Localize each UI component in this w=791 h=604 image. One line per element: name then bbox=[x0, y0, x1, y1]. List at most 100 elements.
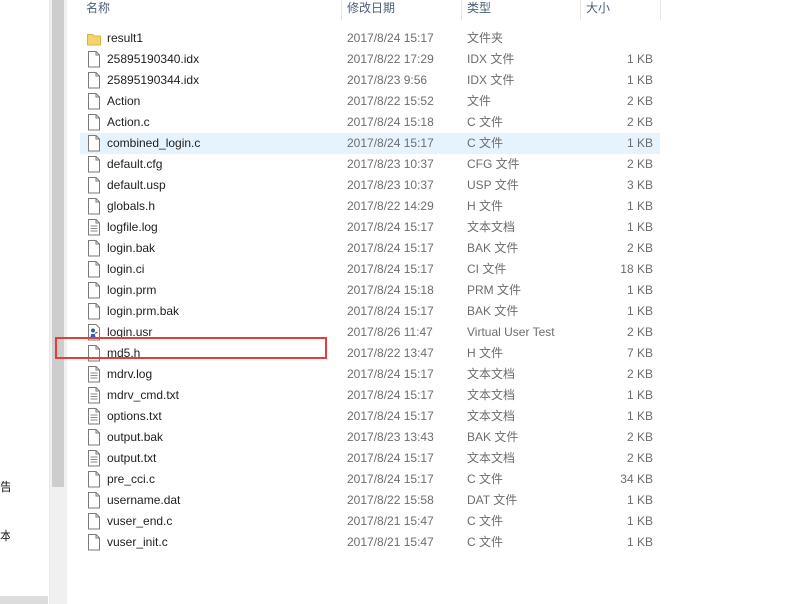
file-name: output.txt bbox=[107, 451, 157, 465]
file-name: logfile.log bbox=[107, 220, 158, 234]
file-name: vuser_end.c bbox=[107, 514, 173, 528]
file-type: CFG 文件 bbox=[467, 157, 520, 171]
file-size: 2 KB bbox=[626, 451, 653, 465]
file-modified-date: 2017/8/26 11:47 bbox=[347, 325, 433, 339]
file-icon bbox=[87, 261, 101, 278]
file-row[interactable]: vuser_end.c 2017/8/21 15:47 C 文件 1 KB bbox=[80, 511, 660, 532]
file-name: combined_login.c bbox=[107, 136, 201, 150]
file-modified-date: 2017/8/22 15:52 bbox=[347, 94, 434, 108]
file-modified-date: 2017/8/24 15:17 bbox=[347, 388, 434, 402]
file-size: 2 KB bbox=[626, 325, 653, 339]
file-type: Virtual User Test bbox=[467, 325, 555, 339]
file-row[interactable]: 25895190340.idx 2017/8/22 17:29 IDX 文件 1 KB bbox=[80, 49, 660, 70]
file-name: Action.c bbox=[107, 115, 150, 129]
file-size: 2 KB bbox=[626, 94, 653, 108]
file-name: login.ci bbox=[107, 262, 145, 276]
file-type: C 文件 bbox=[467, 472, 504, 486]
file-modified-date: 2017/8/24 15:17 bbox=[347, 367, 434, 381]
file-size: 2 KB bbox=[626, 115, 653, 129]
file-row[interactable]: output.bak 2017/8/23 13:43 BAK 文件 2 KB bbox=[80, 427, 660, 448]
file-type: C 文件 bbox=[467, 115, 504, 129]
file-icon bbox=[87, 303, 101, 320]
file-row[interactable]: Action.c 2017/8/24 15:18 C 文件 2 KB bbox=[80, 112, 660, 133]
file-name: login.prm.bak bbox=[107, 304, 180, 318]
file-size: 18 KB bbox=[620, 262, 653, 276]
file-row[interactable]: options.txt 2017/8/24 15:17 文本文档 1 KB bbox=[80, 406, 660, 427]
file-type: 文本文档 bbox=[467, 388, 516, 402]
file-modified-date: 2017/8/24 15:17 bbox=[347, 220, 434, 234]
annotation-highlight-box bbox=[55, 337, 327, 359]
file-type: DAT 文件 bbox=[467, 493, 518, 507]
file-icon bbox=[87, 135, 101, 152]
file-type: PRM 文件 bbox=[467, 283, 522, 297]
file-size: 1 KB bbox=[626, 136, 653, 150]
file-row[interactable]: globals.h 2017/8/22 14:29 H 文件 1 KB bbox=[80, 196, 660, 217]
file-row[interactable]: login.bak 2017/8/24 15:17 BAK 文件 2 KB bbox=[80, 238, 660, 259]
file-row[interactable]: username.dat 2017/8/22 15:58 DAT 文件 1 KB bbox=[80, 490, 660, 511]
file-modified-date: 2017/8/23 9:56 bbox=[347, 73, 428, 87]
file-modified-date: 2017/8/24 15:18 bbox=[347, 115, 434, 129]
file-type: 文本文档 bbox=[467, 451, 516, 465]
file-row[interactable]: login.prm.bak 2017/8/24 15:17 BAK 文件 1 KB bbox=[80, 301, 660, 322]
file-icon bbox=[87, 156, 101, 173]
file-size: 1 KB bbox=[626, 409, 653, 423]
file-icon bbox=[87, 471, 101, 488]
file-size: 1 KB bbox=[626, 73, 653, 87]
file-row[interactable]: mdrv.log 2017/8/24 15:17 文本文档 2 KB bbox=[80, 364, 660, 385]
file-name: Action bbox=[107, 94, 141, 108]
file-row[interactable]: pre_cci.c 2017/8/24 15:17 C 文件 34 KB bbox=[80, 469, 660, 490]
file-row[interactable]: login.prm 2017/8/24 15:18 PRM 文件 1 KB bbox=[80, 280, 660, 301]
file-name: login.prm bbox=[107, 283, 157, 297]
file-name: result1 bbox=[107, 31, 144, 45]
file-size: 1 KB bbox=[626, 283, 653, 297]
file-icon bbox=[87, 282, 101, 299]
file-type: 文件夹 bbox=[467, 31, 504, 45]
file-size: 1 KB bbox=[626, 493, 653, 507]
file-size: 1 KB bbox=[626, 304, 653, 318]
file-size: 1 KB bbox=[626, 220, 653, 234]
file-row[interactable]: mdrv_cmd.txt 2017/8/24 15:17 文本文档 1 KB bbox=[80, 385, 660, 406]
file-icon bbox=[87, 114, 101, 131]
file-modified-date: 2017/8/23 13:43 bbox=[347, 430, 434, 444]
file-name: mdrv.log bbox=[107, 367, 153, 381]
file-modified-date: 2017/8/24 15:17 bbox=[347, 31, 434, 45]
file-name: 25895190344.idx bbox=[107, 73, 200, 87]
file-modified-date: 2017/8/24 15:17 bbox=[347, 262, 434, 276]
file-modified-date: 2017/8/24 15:17 bbox=[347, 241, 434, 255]
file-size: 1 KB bbox=[626, 52, 653, 66]
file-row[interactable]: output.txt 2017/8/24 15:17 文本文档 2 KB bbox=[80, 448, 660, 469]
file-name: output.bak bbox=[107, 430, 164, 444]
file-row[interactable]: login.ci 2017/8/24 15:17 CI 文件 18 KB bbox=[80, 259, 660, 280]
file-type: IDX 文件 bbox=[467, 52, 515, 66]
file-modified-date: 2017/8/24 15:18 bbox=[347, 283, 434, 297]
file-modified-date: 2017/8/24 15:17 bbox=[347, 472, 434, 486]
file-row[interactable]: 25895190344.idx 2017/8/23 9:56 IDX 文件 1 KB bbox=[80, 70, 660, 91]
file-row[interactable]: Action 2017/8/22 15:52 文件 2 KB bbox=[80, 91, 660, 112]
file-row[interactable]: default.usp 2017/8/23 10:37 USP 文件 3 KB bbox=[80, 175, 660, 196]
file-row[interactable]: combined_login.c 2017/8/24 15:17 C 文件 1 KB bbox=[80, 133, 660, 154]
file-name: vuser_init.c bbox=[107, 535, 168, 549]
file-modified-date: 2017/8/24 15:17 bbox=[347, 409, 434, 423]
file-modified-date: 2017/8/23 10:37 bbox=[347, 178, 434, 192]
file-modified-date: 2017/8/24 15:17 bbox=[347, 304, 434, 318]
file-row[interactable]: default.cfg 2017/8/23 10:37 CFG 文件 2 KB bbox=[80, 154, 660, 175]
file-row[interactable]: vuser_init.c 2017/8/21 15:47 C 文件 1 KB bbox=[80, 532, 660, 553]
file-type: C 文件 bbox=[467, 535, 504, 549]
file-name: options.txt bbox=[107, 409, 162, 423]
file-row[interactable]: result1 2017/8/24 15:17 文件夹 bbox=[80, 28, 660, 49]
text-file-icon bbox=[87, 219, 101, 236]
file-row[interactable]: logfile.log 2017/8/24 15:17 文本文档 1 KB bbox=[80, 217, 660, 238]
file-icon bbox=[87, 513, 101, 530]
file-name: default.usp bbox=[107, 178, 166, 192]
file-name: pre_cci.c bbox=[107, 472, 156, 486]
file-type: C 文件 bbox=[467, 514, 504, 528]
file-modified-date: 2017/8/24 15:17 bbox=[347, 136, 434, 150]
file-size: 3 KB bbox=[626, 178, 653, 192]
file-icon bbox=[87, 177, 101, 194]
file-type: 文本文档 bbox=[467, 367, 516, 381]
file-size: 7 KB bbox=[626, 346, 653, 360]
file-size: 1 KB bbox=[626, 514, 653, 528]
file-name: login.bak bbox=[107, 241, 156, 255]
file-icon bbox=[87, 51, 101, 68]
file-type: CI 文件 bbox=[467, 262, 507, 276]
